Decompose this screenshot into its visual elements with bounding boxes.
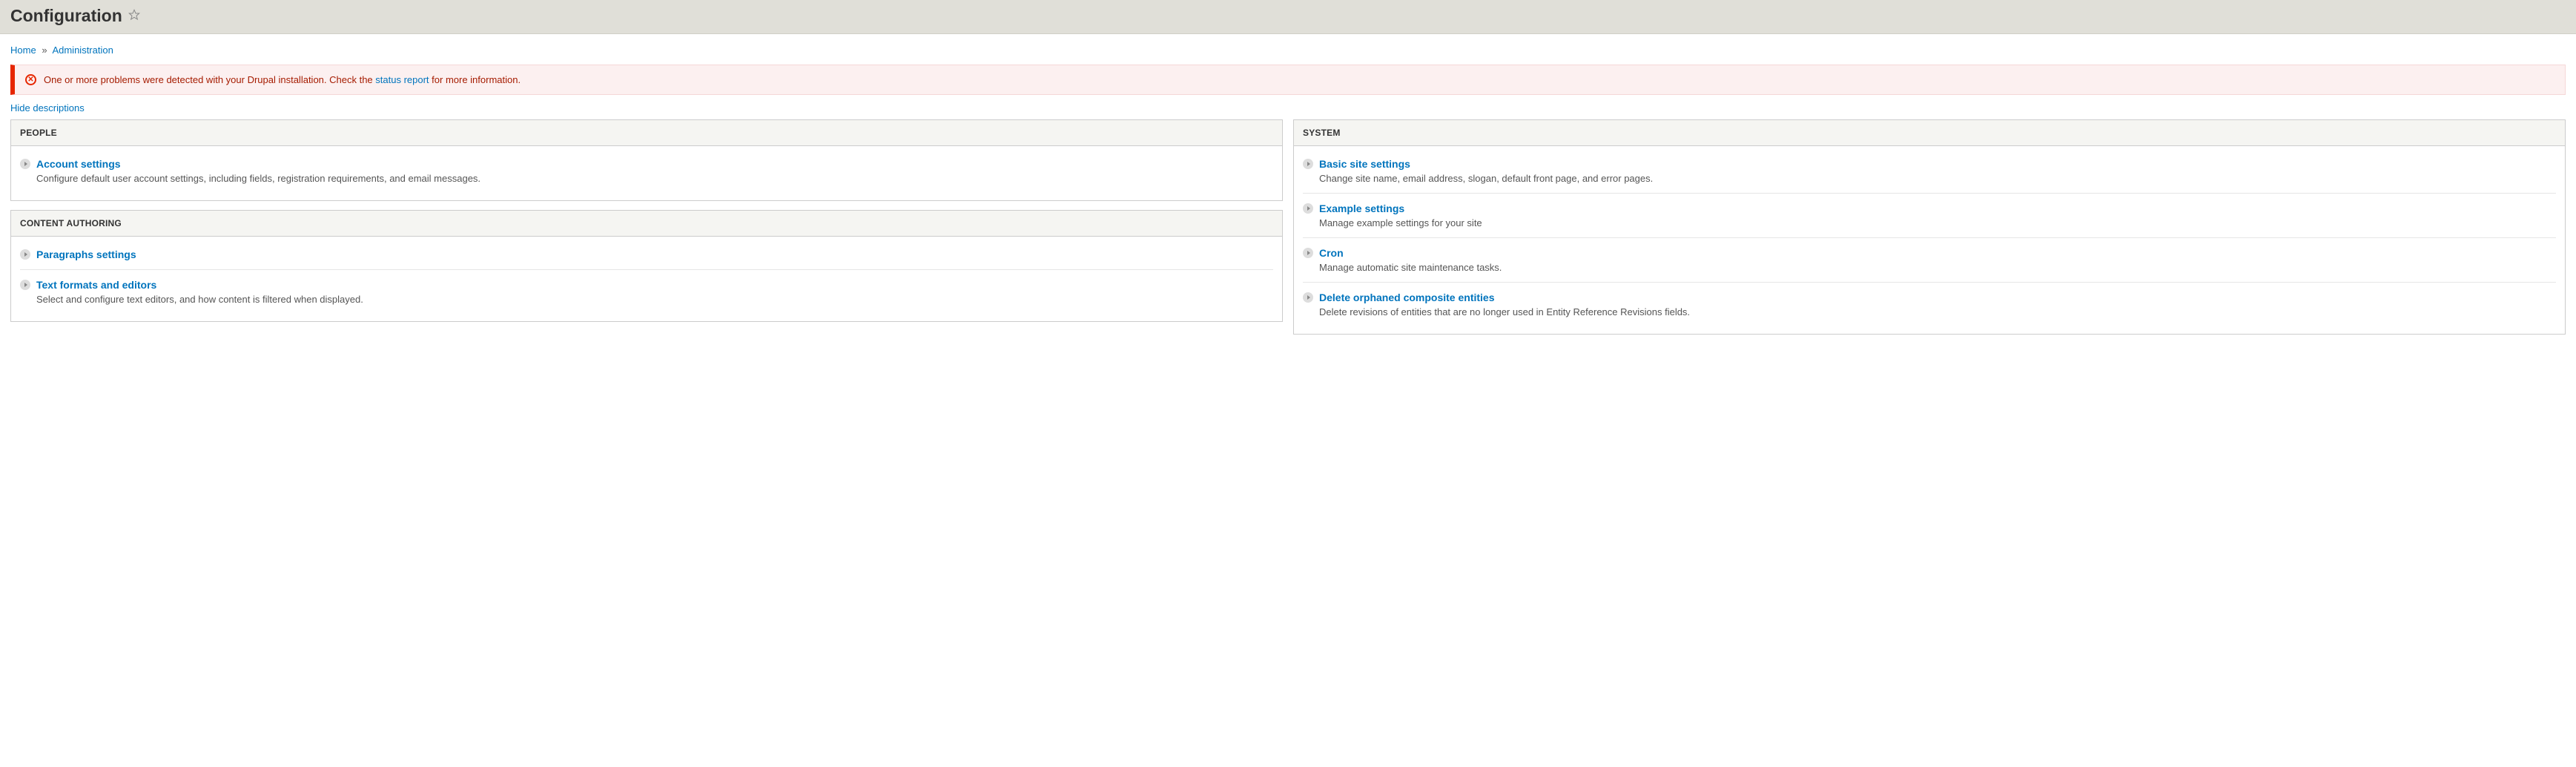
config-item-desc: Configure default user account settings,… xyxy=(36,173,1273,184)
config-item-desc: Manage automatic site maintenance tasks. xyxy=(1319,262,2556,273)
config-item-link[interactable]: Cron xyxy=(1319,247,1344,259)
chevron-right-icon xyxy=(20,159,30,169)
breadcrumb-sep: » xyxy=(42,45,47,56)
config-item: Account settings Configure default user a… xyxy=(20,149,1273,193)
breadcrumb: Home » Administration xyxy=(10,45,2566,56)
config-item: Cron Manage automatic site maintenance ta… xyxy=(1303,237,2556,282)
item-title-row: Example settings xyxy=(1303,203,2556,214)
error-prefix: One or more problems were detected with … xyxy=(44,74,375,85)
left-column: PEOPLE Account settings Configure default … xyxy=(10,119,1283,322)
chevron-right-icon xyxy=(1303,292,1313,303)
item-title-row: Delete orphaned composite entities xyxy=(1303,292,2556,303)
config-item-desc: Manage example settings for your site xyxy=(1319,217,2556,228)
page-title: Configuration xyxy=(10,6,122,26)
config-item-desc: Change site name, email address, slogan,… xyxy=(1319,173,2556,184)
config-item-link[interactable]: Text formats and editors xyxy=(36,279,156,291)
content-area: Home » Administration ✕ One or more prob… xyxy=(0,34,2576,345)
item-title-row: Account settings xyxy=(20,158,1273,170)
page-header: Configuration xyxy=(0,0,2576,34)
config-item: Example settings Manage example settings … xyxy=(1303,193,2556,237)
error-suffix: for more information. xyxy=(429,74,521,85)
config-item-link[interactable]: Delete orphaned composite entities xyxy=(1319,292,1495,303)
panel-header: CONTENT AUTHORING xyxy=(11,211,1282,237)
panel-body: Paragraphs settings Text formats and edit… xyxy=(11,237,1282,321)
item-title-row: Paragraphs settings xyxy=(20,248,1273,260)
star-icon[interactable] xyxy=(128,9,140,23)
panel-body: Basic site settings Change site name, ema… xyxy=(1294,146,2565,334)
breadcrumb-home[interactable]: Home xyxy=(10,45,36,56)
config-item-link[interactable]: Example settings xyxy=(1319,203,1404,214)
panel-header: SYSTEM xyxy=(1294,120,2565,146)
item-title-row: Text formats and editors xyxy=(20,279,1273,291)
panel-body: Account settings Configure default user a… xyxy=(11,146,1282,200)
config-item: Delete orphaned composite entities Delete… xyxy=(1303,282,2556,326)
chevron-right-icon xyxy=(1303,159,1313,169)
breadcrumb-admin[interactable]: Administration xyxy=(52,45,113,56)
config-item: Paragraphs settings xyxy=(20,240,1273,269)
chevron-right-icon xyxy=(1303,203,1313,214)
item-title-row: Cron xyxy=(1303,247,2556,259)
config-panel: SYSTEM Basic site settings Change site nam… xyxy=(1293,119,2566,335)
config-item-desc: Delete revisions of entities that are no… xyxy=(1319,306,2556,317)
right-column: SYSTEM Basic site settings Change site nam… xyxy=(1293,119,2566,335)
chevron-right-icon xyxy=(20,249,30,260)
config-item-link[interactable]: Account settings xyxy=(36,158,121,170)
config-item-desc: Select and configure text editors, and h… xyxy=(36,294,1273,305)
item-title-row: Basic site settings xyxy=(1303,158,2556,170)
panels-container: PEOPLE Account settings Configure default … xyxy=(10,119,2566,335)
status-report-link[interactable]: status report xyxy=(375,74,429,85)
config-panel: PEOPLE Account settings Configure default … xyxy=(10,119,1283,201)
panel-header: PEOPLE xyxy=(11,120,1282,146)
chevron-right-icon xyxy=(1303,248,1313,258)
config-item: Text formats and editors Select and confi… xyxy=(20,269,1273,314)
error-icon: ✕ xyxy=(25,74,36,85)
hide-descriptions-link[interactable]: Hide descriptions xyxy=(10,102,85,113)
error-text: One or more problems were detected with … xyxy=(44,74,521,85)
config-item-link[interactable]: Basic site settings xyxy=(1319,158,1410,170)
chevron-right-icon xyxy=(20,280,30,290)
config-panel: CONTENT AUTHORING Paragraphs settings Text… xyxy=(10,210,1283,322)
config-item: Basic site settings Change site name, ema… xyxy=(1303,149,2556,193)
config-item-link[interactable]: Paragraphs settings xyxy=(36,248,136,260)
error-message: ✕ One or more problems were detected wit… xyxy=(10,65,2566,95)
